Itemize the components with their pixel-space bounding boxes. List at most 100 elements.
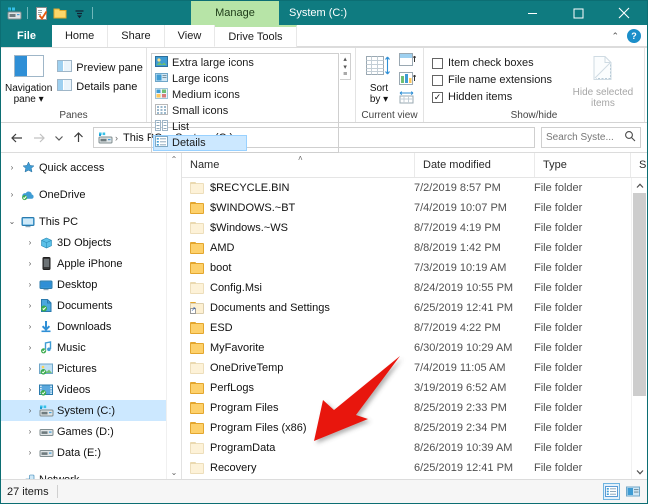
search-box[interactable]: Search Syste... (541, 127, 641, 148)
sidebar-item-videos[interactable]: › Videos (1, 379, 181, 400)
file-list-scrollbar[interactable] (631, 178, 647, 479)
help-icon[interactable]: ? (627, 29, 641, 43)
close-button[interactable] (601, 1, 647, 25)
size-all-columns-button[interactable] (396, 90, 419, 108)
up-button[interactable] (68, 127, 88, 149)
tab-drive-tools[interactable]: Drive Tools (215, 25, 297, 47)
layout-scroll-down-icon[interactable]: ▾ (343, 63, 347, 71)
layout-expand-icon[interactable]: ≡ (343, 71, 347, 78)
sidebar-item-data-e[interactable]: › Data (E:) (1, 442, 181, 463)
recent-locations-button[interactable] (51, 127, 66, 149)
sidebar-item-music[interactable]: › Music (1, 337, 181, 358)
table-row[interactable]: PerfLogs 3/19/2019 6:52 AM File folder (182, 378, 647, 398)
layout-scroll-up-icon[interactable]: ▴ (343, 55, 347, 63)
sort-by-button[interactable]: Sort by ▾ (362, 51, 396, 105)
large-icons-view-button[interactable] (624, 483, 641, 500)
sidebar-item-network[interactable]: ⌄ Network (1, 469, 181, 479)
file-name-extensions-checkbox[interactable]: File name extensions (432, 73, 552, 87)
column-header-date-modified[interactable]: Date modified (414, 153, 534, 177)
table-row[interactable]: ESD 8/7/2019 4:22 PM File folder (182, 318, 647, 338)
expander-icon[interactable]: › (23, 322, 37, 331)
layout-gallery-scroller[interactable]: ▴ ▾ ≡ (340, 53, 351, 80)
scroll-up-icon[interactable] (632, 178, 647, 193)
minimize-button[interactable] (509, 1, 555, 25)
size-columns-button[interactable] (396, 71, 419, 89)
expander-icon[interactable]: › (23, 385, 37, 394)
sidebar-item-3d-objects[interactable]: › 3D Objects (1, 232, 181, 253)
new-folder-icon[interactable] (51, 4, 69, 22)
scrollbar-thumb[interactable] (633, 193, 646, 396)
search-icon[interactable] (624, 130, 636, 145)
preview-pane-button[interactable]: Preview pane (54, 59, 146, 76)
nav-scroll-down-icon[interactable]: ⌄ (171, 466, 178, 479)
sidebar-item-documents[interactable]: › Documents (1, 295, 181, 316)
table-row[interactable]: boot 7/3/2019 10:19 AM File folder (182, 258, 647, 278)
tab-home[interactable]: Home (52, 25, 109, 47)
table-row[interactable]: $WINDOWS.~BT 7/4/2019 10:07 PM File fold… (182, 198, 647, 218)
properties-icon[interactable] (32, 4, 50, 22)
sidebar-item-onedrive[interactable]: › OneDrive (1, 184, 181, 205)
table-row[interactable]: OneDriveTemp 7/4/2019 11:05 AM File fold… (182, 358, 647, 378)
tab-view[interactable]: View (164, 25, 216, 47)
sidebar-item-downloads[interactable]: › Downloads (1, 316, 181, 337)
layout-large-icons[interactable]: Large icons (153, 71, 247, 87)
table-row[interactable]: Recovery 6/25/2019 12:41 PM File folder (182, 458, 647, 478)
layout-small-icons[interactable]: Small icons (153, 103, 247, 119)
collapse-ribbon-icon[interactable]: ⌃ (611, 31, 619, 42)
layout-details[interactable]: Details (153, 135, 247, 151)
expander-icon[interactable]: › (23, 301, 37, 310)
layout-extra-large-icons[interactable]: Extra large icons (153, 55, 254, 71)
sidebar-item-games-d[interactable]: › Games (D:) (1, 421, 181, 442)
expander-icon[interactable]: › (23, 343, 37, 352)
column-header-size[interactable]: S (630, 153, 647, 177)
maximize-button[interactable] (555, 1, 601, 25)
expander-icon[interactable]: › (23, 427, 37, 436)
sidebar-item-desktop[interactable]: › Desktop (1, 274, 181, 295)
column-header-name[interactable]: Name ˄ (182, 153, 414, 177)
details-view-button[interactable] (603, 483, 620, 500)
table-row[interactable]: MyFavorite 6/30/2019 10:29 AM File folde… (182, 338, 647, 358)
tab-file[interactable]: File (1, 25, 52, 47)
table-row[interactable]: $Windows.~WS 8/7/2019 4:19 PM File folde… (182, 218, 647, 238)
breadcrumb-separator-0[interactable]: › (115, 133, 118, 143)
expander-icon[interactable]: › (23, 238, 37, 247)
nav-scroll-up-icon[interactable]: ⌃ (171, 153, 178, 166)
layout-list[interactable]: List (153, 119, 247, 135)
contextual-tab-manage[interactable]: Manage (191, 1, 279, 25)
column-header-type[interactable]: Type (534, 153, 630, 177)
navigation-pane-button[interactable]: Navigation pane ▾ (5, 51, 52, 105)
hidden-items-box[interactable]: ✓ (432, 91, 443, 103)
layout-medium-icons[interactable]: Medium icons (153, 87, 247, 103)
table-row[interactable]: Config.Msi 8/24/2019 10:55 PM File folde… (182, 278, 647, 298)
table-row[interactable]: Documents and Settings 6/25/2019 12:41 P… (182, 298, 647, 318)
tab-share[interactable]: Share (108, 25, 165, 47)
table-row[interactable]: Program Files (x86) 8/25/2019 2:34 PM Fi… (182, 418, 647, 438)
expander-icon[interactable]: ⌄ (5, 217, 19, 226)
table-row[interactable]: Program Files 8/25/2019 2:33 PM File fol… (182, 398, 647, 418)
sidebar-item-system-c[interactable]: › System (C:) (1, 400, 181, 421)
table-row[interactable]: AMD 8/8/2019 1:42 PM File folder (182, 238, 647, 258)
drive-properties-icon[interactable] (5, 4, 23, 22)
sidebar-item-this-pc[interactable]: ⌄ This PC (1, 211, 181, 232)
search-input[interactable]: Search Syste... (546, 132, 614, 143)
expander-icon[interactable]: › (23, 364, 37, 373)
customize-qat-icon[interactable] (70, 4, 88, 22)
expander-icon[interactable]: › (23, 448, 37, 457)
expander-icon[interactable]: › (5, 163, 19, 172)
expander-icon[interactable]: › (5, 190, 19, 199)
table-row[interactable]: ProgramData 8/26/2019 10:39 AM File fold… (182, 438, 647, 458)
item-check-boxes-box[interactable] (432, 57, 443, 69)
expander-icon[interactable]: › (23, 280, 37, 289)
navigation-pane-scrollbar[interactable]: ⌃ ⌄ (166, 153, 181, 479)
expander-icon[interactable]: › (23, 406, 37, 415)
item-check-boxes-checkbox[interactable]: Item check boxes (432, 56, 552, 70)
expander-icon[interactable]: › (23, 259, 37, 268)
scroll-down-icon[interactable] (632, 464, 647, 479)
sidebar-item-apple-iphone[interactable]: › Apple iPhone (1, 253, 181, 274)
file-name-extensions-box[interactable] (432, 74, 443, 86)
back-button[interactable] (7, 127, 27, 149)
details-pane-button[interactable]: Details pane (54, 78, 146, 95)
sidebar-item-pictures[interactable]: › Pictures (1, 358, 181, 379)
hidden-items-checkbox[interactable]: ✓ Hidden items (432, 90, 552, 104)
add-columns-button[interactable] (396, 52, 419, 70)
